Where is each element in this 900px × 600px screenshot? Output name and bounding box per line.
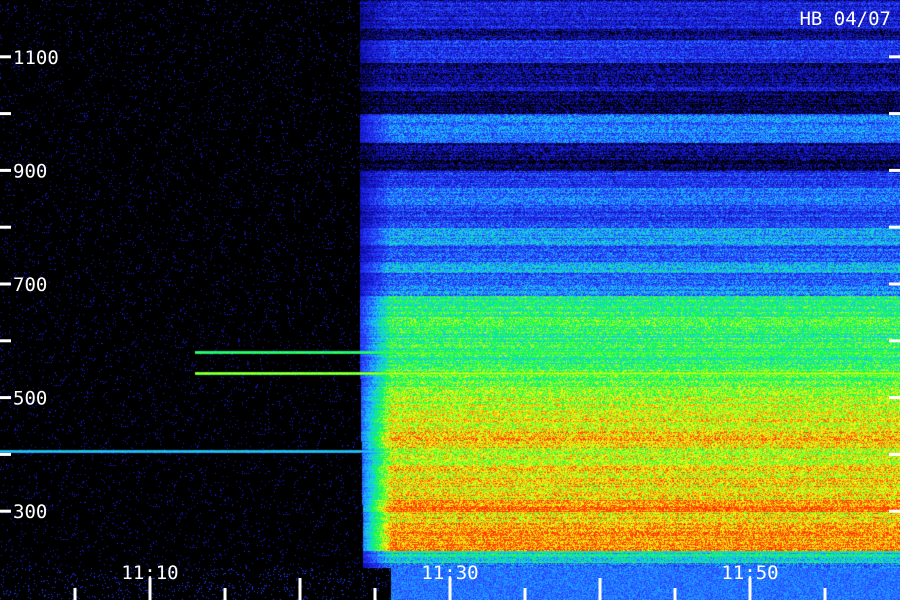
y-tick-label: 500 bbox=[13, 388, 47, 410]
y-tick-label: 700 bbox=[13, 274, 47, 296]
y-tick-label: 900 bbox=[13, 160, 47, 182]
x-tick-label: 11:50 bbox=[721, 562, 778, 584]
x-tick-label: 11:10 bbox=[121, 562, 178, 584]
heatmap-image bbox=[0, 0, 900, 600]
chart-annotation: HB 04/07 bbox=[799, 8, 891, 30]
x-tick-label: 11:30 bbox=[421, 562, 478, 584]
spectrogram-chart: 1100 900 700 500 300 11:10 11:30 11:50 HB 04/07 bbox=[0, 0, 900, 600]
y-tick-label: 300 bbox=[13, 501, 47, 523]
y-tick-label: 1100 bbox=[13, 47, 59, 69]
